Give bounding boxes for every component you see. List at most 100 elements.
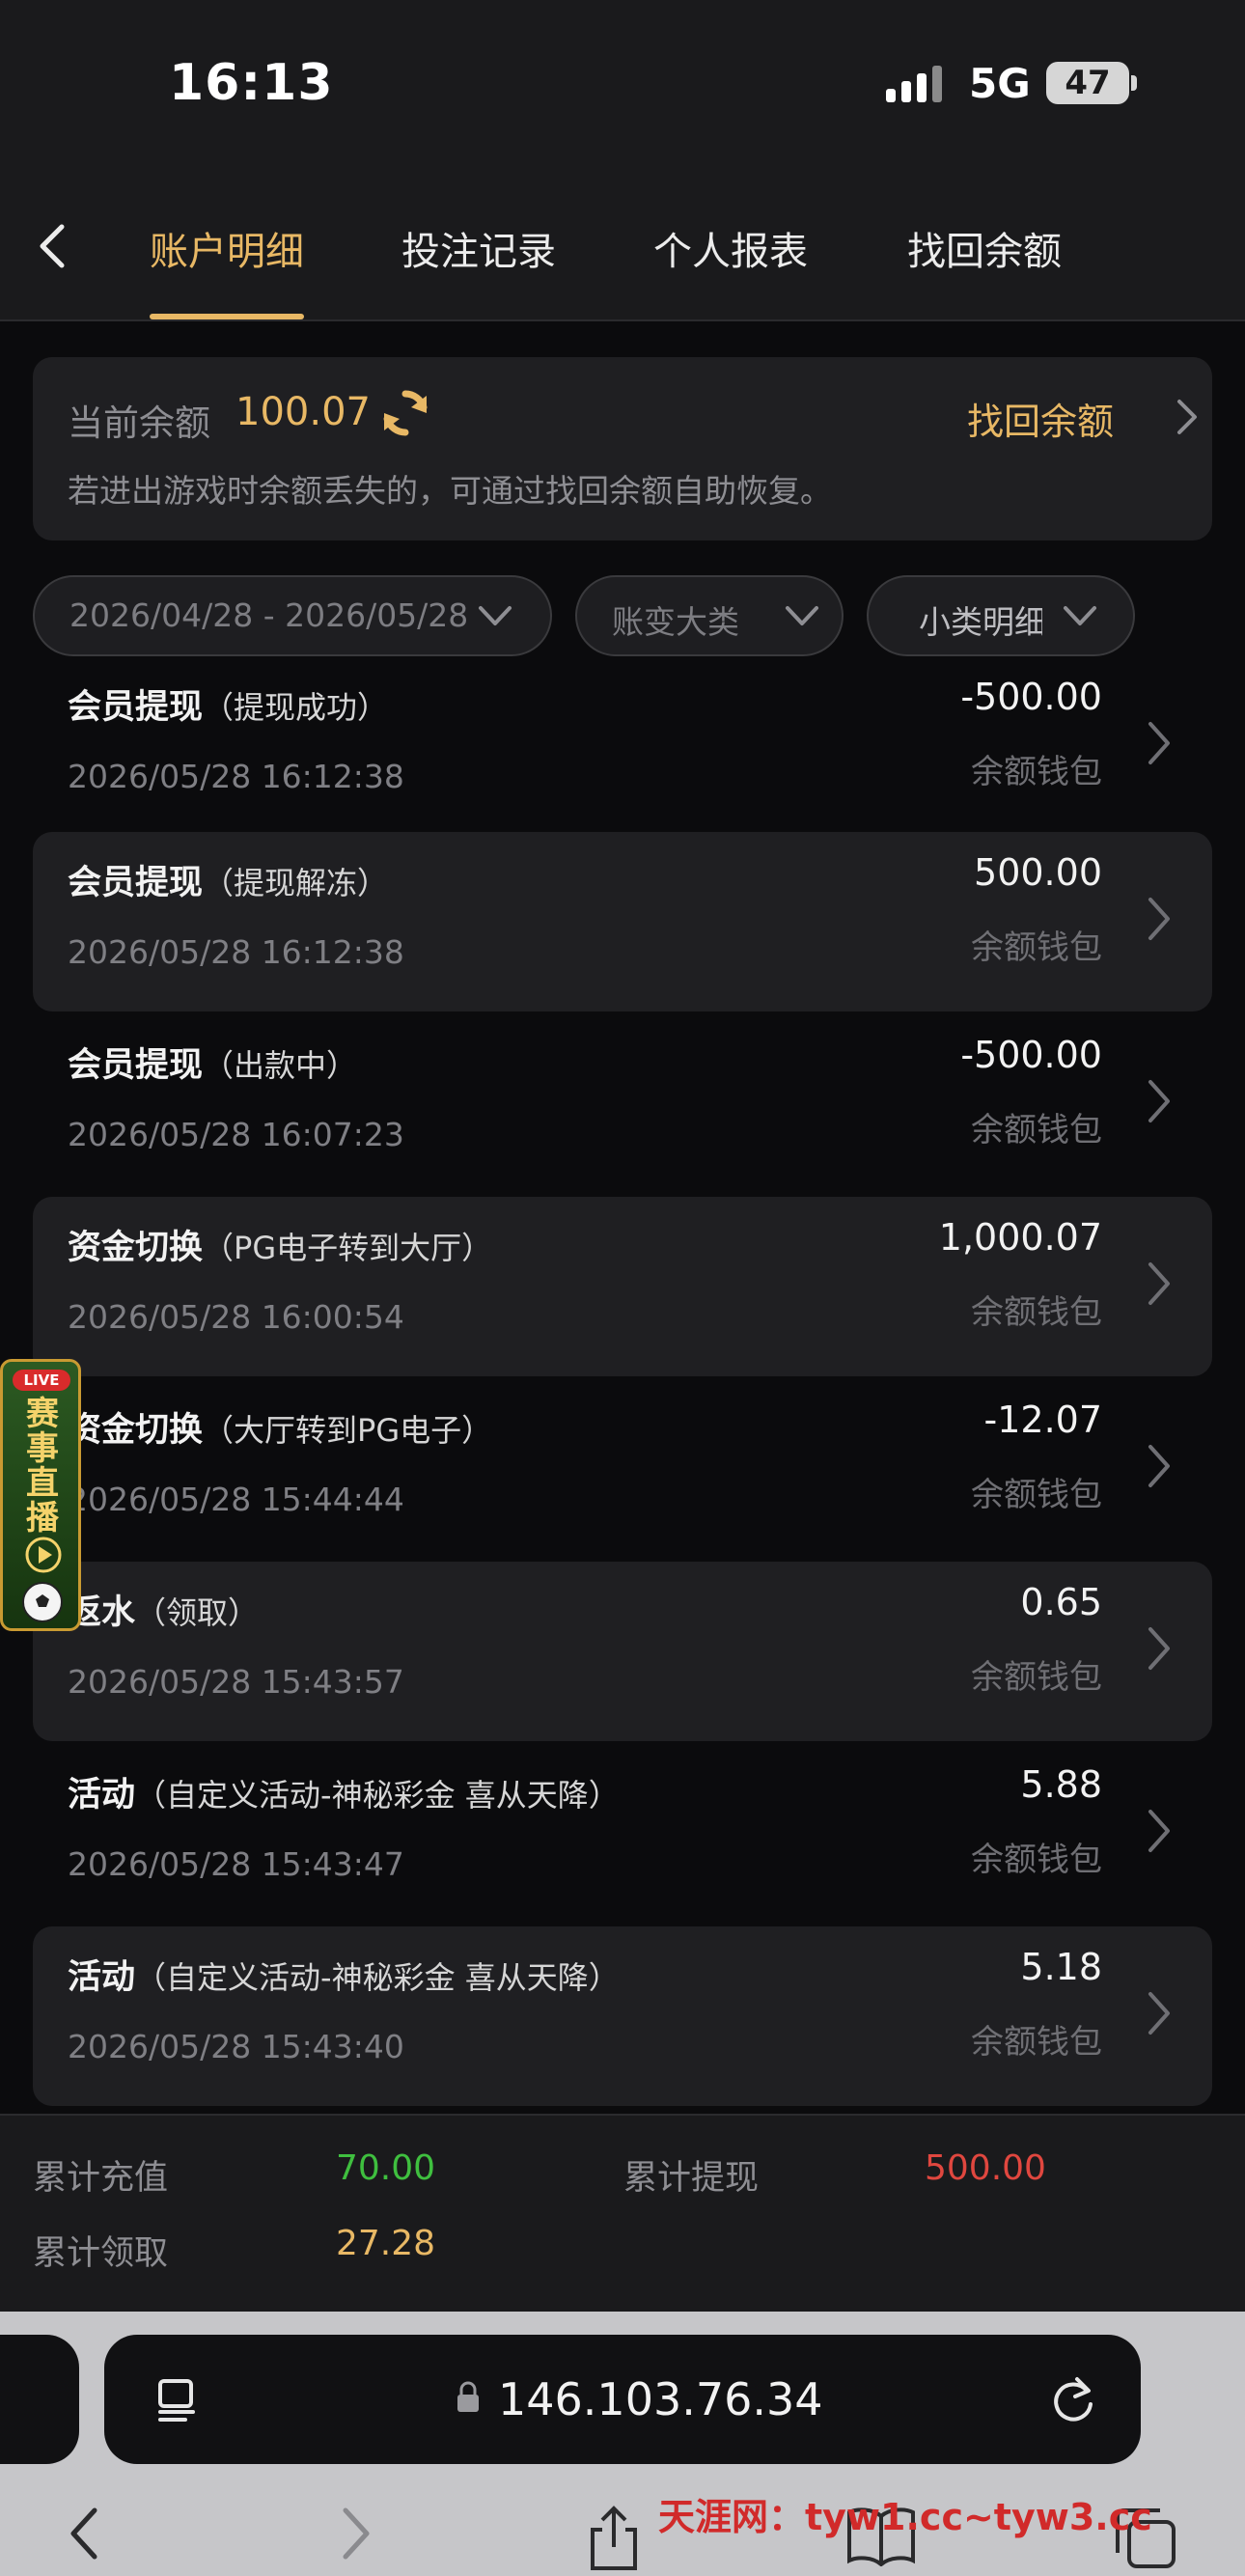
network-type: 5G	[969, 60, 1031, 107]
watermark-text: 天涯网：tyw1.cc~tyw3.cc	[658, 2496, 1152, 2538]
record-time: 2026/05/28 16:07:23	[68, 1116, 404, 1153]
live-badge-text: 赛事直播	[26, 1395, 59, 1537]
browser-back-icon[interactable]	[66, 2505, 104, 2562]
chevron-right-icon	[1148, 1262, 1170, 1305]
list-item[interactable]: 会员提现（提现解冻） 2026/05/28 16:12:38 500.00 余额…	[33, 832, 1212, 1011]
category-value: 账变大类	[612, 603, 739, 641]
url-text: 146.103.76.34	[498, 2373, 823, 2425]
record-time: 2026/05/28 16:12:38	[68, 933, 404, 971]
date-range-value: 2026/04/28 - 2026/05/28	[69, 596, 469, 634]
active-tab-indicator	[150, 314, 304, 319]
chevron-right-icon	[1148, 1627, 1170, 1670]
soccer-ball-icon	[22, 1582, 63, 1622]
record-wallet: 余额钱包	[971, 928, 1102, 967]
tab-bet-records[interactable]: 投注记录	[401, 220, 556, 276]
record-amount: 5.18	[1020, 1946, 1102, 1988]
live-tag: LIVE	[13, 1370, 70, 1391]
record-time: 2026/05/28 15:44:44	[68, 1481, 404, 1518]
withdraw-total-value: 500.00	[925, 2148, 1046, 2188]
record-wallet: 余额钱包	[971, 1658, 1102, 1697]
chevron-right-icon	[1148, 722, 1170, 764]
balance-label: 当前余额	[68, 402, 210, 444]
record-wallet: 余额钱包	[971, 2023, 1102, 2062]
previous-tab-preview[interactable]	[0, 2335, 79, 2464]
record-type: 资金切换（PG电子转到大厅）	[68, 1229, 493, 1267]
list-item[interactable]: 活动（自定义活动-神秘彩金 喜从天降） 2026/05/28 15:43:47 …	[33, 1744, 1212, 1924]
chevron-right-icon	[1148, 1810, 1170, 1852]
record-time: 2026/05/28 16:00:54	[68, 1298, 404, 1336]
record-type: 活动（自定义活动-神秘彩金 喜从天降）	[68, 1776, 620, 1814]
status-time: 16:13	[169, 54, 334, 112]
record-time: 2026/05/28 15:43:40	[68, 2028, 404, 2065]
record-amount: 0.65	[1020, 1581, 1102, 1623]
live-stream-badge[interactable]: LIVE 赛事直播	[0, 1359, 81, 1631]
browser-toolbar: 146.103.76.34 天涯网：tyw1.cc~tyw3.cc	[0, 2312, 1245, 2576]
claim-total-label: 累计领取	[33, 2234, 169, 2273]
record-amount: -500.00	[960, 1034, 1102, 1076]
record-type: 会员提现（出款中）	[68, 1046, 358, 1085]
record-wallet: 余额钱包	[971, 1111, 1102, 1150]
chevron-right-icon[interactable]	[1172, 394, 1201, 440]
record-amount: -12.07	[983, 1399, 1103, 1441]
recharge-total-value: 70.00	[336, 2148, 436, 2188]
recover-balance-link[interactable]: 找回余额	[967, 392, 1114, 445]
chevron-right-icon	[1148, 1445, 1170, 1487]
chevron-down-icon	[786, 606, 818, 625]
balance-hint: 若进出游戏时余额丢失的，可通过找回余额自助恢复。	[68, 472, 832, 510]
chevron-right-icon	[1148, 898, 1170, 940]
record-wallet: 余额钱包	[971, 1293, 1102, 1332]
status-bar: 16:13 5G 47	[0, 0, 1245, 174]
list-item[interactable]: 资金切换（大厅转到PG电子） 2026/05/28 15:44:44 -12.0…	[33, 1379, 1212, 1559]
record-type: 资金切换（大厅转到PG电子）	[68, 1411, 493, 1450]
lock-icon	[457, 2381, 479, 2412]
claim-total-value: 27.28	[336, 2224, 436, 2263]
record-type: 会员提现（提现解冻）	[68, 864, 389, 902]
page-menu-icon[interactable]	[152, 2375, 201, 2424]
battery-icon: 47	[1046, 62, 1129, 104]
subcategory-filter[interactable]: 小类明细	[867, 575, 1135, 656]
chevron-right-icon	[1148, 1992, 1170, 2035]
tab-bar: 账户明细 投注记录 个人报表 找回余额	[0, 174, 1245, 321]
category-filter[interactable]: 账变大类	[575, 575, 844, 656]
record-time: 2026/05/28 16:12:38	[68, 758, 404, 795]
chevron-down-icon	[1064, 606, 1096, 625]
record-time: 2026/05/28 15:43:57	[68, 1663, 404, 1701]
tab-recover-balance[interactable]: 找回余额	[907, 220, 1062, 276]
withdraw-total-label: 累计提现	[623, 2159, 760, 2198]
back-icon[interactable]	[29, 217, 77, 275]
record-amount: 5.88	[1020, 1763, 1102, 1806]
share-icon[interactable]	[585, 2505, 643, 2572]
summary-panel: 累计充值 70.00 累计提现 500.00 累计领取 27.28	[0, 2114, 1245, 2312]
battery-tip	[1131, 75, 1137, 91]
record-time: 2026/05/28 15:43:47	[68, 1845, 404, 1883]
refresh-icon[interactable]	[378, 386, 432, 440]
subcategory-value: 小类明细	[919, 603, 1042, 641]
list-item[interactable]: 资金切换（PG电子转到大厅） 2026/05/28 16:00:54 1,000…	[33, 1197, 1212, 1376]
tab-personal-report[interactable]: 个人报表	[653, 220, 808, 276]
signal-icon	[886, 66, 942, 102]
list-item[interactable]: 返水（领取） 2026/05/28 15:43:57 0.65 余额钱包	[33, 1562, 1212, 1741]
battery-level: 47	[1065, 64, 1111, 102]
balance-value: 100.07	[235, 390, 371, 434]
record-wallet: 余额钱包	[971, 1476, 1102, 1514]
date-range-filter[interactable]: 2026/04/28 - 2026/05/28	[33, 575, 552, 656]
chevron-down-icon	[479, 606, 512, 625]
record-wallet: 余额钱包	[971, 753, 1102, 791]
list-item[interactable]: 会员提现（出款中） 2026/05/28 16:07:23 -500.00 余额…	[33, 1014, 1212, 1194]
record-type: 返水（领取）	[68, 1593, 260, 1632]
browser-forward-icon[interactable]	[336, 2505, 374, 2562]
list-item[interactable]: 会员提现（提现成功） 2026/05/28 16:12:38 -500.00 余…	[33, 656, 1212, 836]
record-amount: 1,000.07	[938, 1216, 1102, 1259]
record-type: 活动（自定义活动-神秘彩金 喜从天降）	[68, 1958, 620, 1997]
chevron-right-icon	[1148, 1080, 1170, 1122]
record-amount: 500.00	[974, 851, 1102, 894]
record-type: 会员提现（提现成功）	[68, 688, 389, 727]
address-bar[interactable]: 146.103.76.34	[104, 2335, 1141, 2464]
play-icon	[25, 1537, 62, 1573]
reload-icon[interactable]	[1048, 2373, 1098, 2427]
record-amount: -500.00	[960, 676, 1102, 718]
balance-card: 当前余额 100.07 找回余额 若进出游戏时余额丢失的，可通过找回余额自助恢复…	[33, 357, 1212, 540]
recharge-total-label: 累计充值	[33, 2159, 169, 2198]
list-item[interactable]: 活动（自定义活动-神秘彩金 喜从天降） 2026/05/28 15:43:40 …	[33, 1926, 1212, 2106]
tab-account-detail[interactable]: 账户明细	[150, 220, 304, 276]
